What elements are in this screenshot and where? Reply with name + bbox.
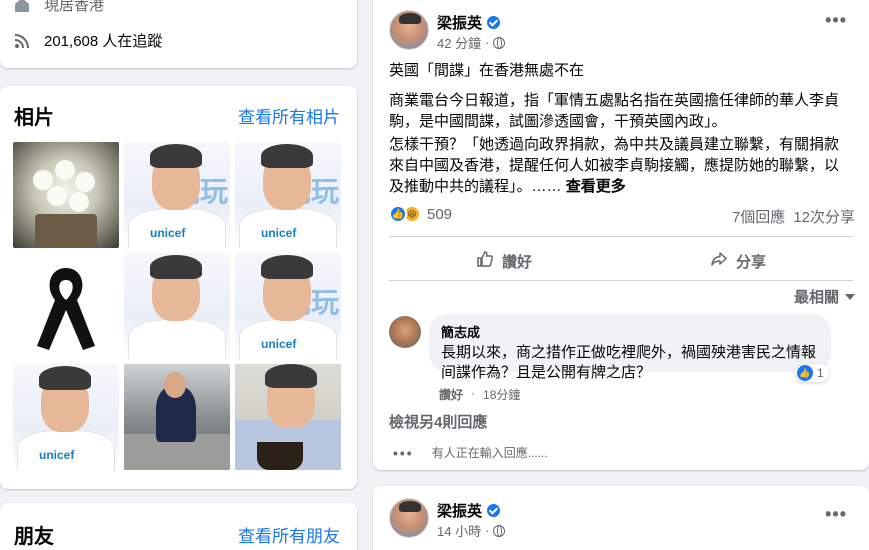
cup-shape <box>257 442 303 470</box>
friends-card: 朋友 查看所有朋友 <box>0 503 357 550</box>
photo-unicef-4[interactable]: 羌玩 unicef <box>235 253 341 359</box>
hair-shape <box>150 255 202 279</box>
like-reaction-icon: 👍 <box>389 205 407 223</box>
sort-label: 最相關 <box>793 289 839 306</box>
location-text: 現居香港 <box>44 0 105 14</box>
unicef-logo: unicef <box>261 337 297 351</box>
photo-unicef-3[interactable] <box>124 253 230 359</box>
photo-black-ribbon[interactable] <box>13 253 119 359</box>
author-name[interactable]: 梁振英 <box>437 12 482 33</box>
view-more-replies-link[interactable]: 檢視另4則回應 <box>389 411 487 432</box>
commenter-avatar[interactable] <box>389 316 421 348</box>
author-avatar[interactable] <box>389 10 429 50</box>
post-author[interactable]: 梁振英 <box>437 12 501 33</box>
home-icon <box>12 0 32 15</box>
post-paragraph-3: 怎樣干預？「她透過向政界捐款，為中共及議員建立聯繫，有關捐款來自中國及香港，提醒… <box>389 134 851 197</box>
comment-bubble: 簡志成 長期以來，商之措作正做吃裡爬外，禍國殃港害民之情報间諜作為？且是公開有牌… <box>429 314 831 381</box>
photos-grid: 羌玩 unicef 羌玩 unicef 羌玩 unicef unicef <box>13 142 341 470</box>
flower-pot <box>35 214 97 248</box>
reaction-count[interactable]: 509 <box>427 206 452 223</box>
shares-count[interactable]: 12次分享 <box>793 206 855 227</box>
comment-reactions[interactable]: 👍 1 <box>795 364 829 382</box>
unicef-logo: unicef <box>39 448 75 462</box>
like-reaction-icon: 👍 <box>797 365 813 381</box>
post-options-icon[interactable]: ••• <box>825 10 847 31</box>
verified-badge-icon <box>487 504 501 517</box>
reactions-summary[interactable]: 👍 😆 509 <box>389 205 452 223</box>
mourning-ribbon-icon <box>37 268 95 350</box>
friends-title: 朋友 <box>14 526 54 548</box>
divider <box>389 236 853 237</box>
photos-card: 相片 查看所有相片 羌玩 unicef 羌玩 unicef 羌玩 unicef … <box>0 86 357 489</box>
photo-unicef-5[interactable]: unicef <box>13 364 119 470</box>
author-avatar[interactable] <box>389 498 429 538</box>
followers-text: 201,608 人在追蹤 <box>44 33 163 50</box>
photo-unicef-1[interactable]: 羌玩 unicef <box>124 142 230 248</box>
post-time[interactable]: 14 小時 <box>437 521 481 540</box>
unicef-logo: unicef <box>150 226 186 240</box>
commenter-name[interactable]: 簡志成 <box>441 322 819 341</box>
flower-shape <box>55 160 75 180</box>
thumbs-up-icon <box>476 250 494 273</box>
see-all-photos-link[interactable]: 查看所有相片 <box>238 103 340 128</box>
comment-like-button[interactable]: 讚好 <box>439 386 463 403</box>
flower-shape <box>69 192 89 212</box>
comment-actions: 讚好 · 18分鐘 <box>439 386 520 403</box>
post-options-icon[interactable]: ••• <box>825 504 847 525</box>
share-arrow-icon <box>710 250 728 273</box>
share-button[interactable]: 分享 <box>623 244 853 278</box>
followers-row: 201,608 人在追蹤 <box>12 30 162 51</box>
photo-cup[interactable] <box>235 364 341 470</box>
flower-shape <box>75 172 95 192</box>
photo-flowers[interactable] <box>13 142 119 248</box>
post-card-2: 梁振英 14 小時 · ••• <box>373 486 869 550</box>
comment-reaction-count: 1 <box>817 366 824 380</box>
divider <box>389 280 853 281</box>
post-time[interactable]: 42 分鐘 <box>437 33 481 52</box>
like-button[interactable]: 讚好 <box>389 244 619 278</box>
meta-separator: · <box>485 523 490 538</box>
post-author[interactable]: 梁振英 <box>437 500 501 521</box>
post-paragraph-2: 商業電台今日報道，指「軍情五處點名指在英國擔任律師的華人李貞駒，是中國間諜，試圖… <box>389 92 840 130</box>
meta-separator: · <box>471 386 476 400</box>
verified-badge-icon <box>487 16 501 29</box>
hair-shape <box>150 144 202 168</box>
post-paragraph-1: 英國「間諜」在香港無處不在 <box>389 62 585 79</box>
comment-sort-dropdown[interactable]: 最相關 <box>794 286 855 307</box>
photo-unicef-2[interactable]: 羌玩 unicef <box>235 142 341 248</box>
hair-shape <box>261 144 313 168</box>
post-meta: 42 分鐘 · <box>437 33 506 52</box>
globe-icon <box>493 36 506 49</box>
post-card: 梁振英 42 分鐘 · ••• 英國「間諜」在香港無處不在 商業電台今日報道，指… <box>373 0 869 470</box>
typing-indicator: ••• 有人正在輸入回應...... <box>393 444 548 461</box>
author-name[interactable]: 梁振英 <box>437 500 482 521</box>
shirt-shape <box>128 319 226 359</box>
hair-shape <box>265 364 317 388</box>
hair-shape <box>39 366 91 390</box>
head-shape <box>164 372 186 398</box>
globe-icon <box>493 524 506 537</box>
typing-dots-icon: ••• <box>393 444 414 461</box>
see-all-friends-link[interactable]: 查看所有朋友 <box>238 522 340 547</box>
flower-shape <box>47 186 67 206</box>
unicef-logo: unicef <box>261 226 297 240</box>
hair-shape <box>261 255 313 279</box>
intro-card: 現居香港 201,608 人在追蹤 <box>0 0 357 68</box>
comment-time[interactable]: 18分鐘 <box>483 386 520 403</box>
comment-text: 長期以來，商之措作正做吃裡爬外，禍國殃港害民之情報间諜作為？且是公開有牌之店？ <box>441 344 817 381</box>
share-label: 分享 <box>735 253 766 271</box>
like-label: 讚好 <box>501 253 532 271</box>
location-row: 現居香港 <box>12 0 104 15</box>
see-more-link[interactable]: 查看更多 <box>566 178 626 195</box>
photo-office[interactable] <box>124 364 230 470</box>
typing-text: 有人正在輸入回應...... <box>431 446 548 460</box>
rss-icon <box>12 31 32 51</box>
post-counts: 7個回應 12次分享 <box>732 206 855 227</box>
post-meta: 14 小時 · <box>437 521 506 540</box>
comments-count[interactable]: 7個回應 <box>732 206 785 227</box>
meta-separator: · <box>485 35 490 50</box>
caret-down-icon <box>845 293 855 300</box>
photos-title: 相片 <box>14 107 54 129</box>
